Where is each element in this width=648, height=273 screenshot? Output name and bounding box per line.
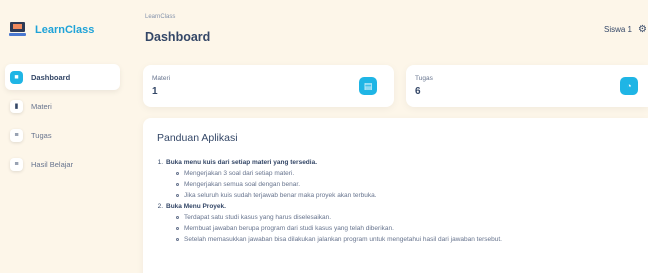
guide-step: 2. Buka Menu Proyek. bbox=[154, 201, 502, 212]
laptop-logo-icon bbox=[9, 22, 26, 37]
sidebar-item-label: Hasil Belajar bbox=[31, 159, 74, 169]
list-item: Mengerjakan 3 soal dari setiap materi. bbox=[154, 168, 502, 179]
bullet-icon bbox=[176, 238, 179, 241]
sidebar-item-label: Tugas bbox=[31, 130, 52, 140]
clock-icon: ◔ bbox=[620, 77, 638, 95]
list-item: Jika seluruh kuis sudah terjawab benar m… bbox=[154, 190, 502, 201]
bullet-icon bbox=[176, 216, 179, 219]
guide-title: Panduan Aplikasi bbox=[157, 132, 238, 144]
page-title: Dashboard bbox=[145, 30, 211, 44]
bullet-icon bbox=[176, 194, 179, 197]
stat-card-materi: Materi 1 ▤ bbox=[143, 65, 394, 107]
user-name: Siswa 1 bbox=[603, 25, 632, 34]
step-number: 1. bbox=[157, 159, 163, 166]
brand-name: LearnClass bbox=[35, 23, 95, 36]
guide-list: 1. Buka menu kuis dari setiap materi yan… bbox=[154, 157, 502, 245]
step-text: Buka menu kuis dari setiap materi yang t… bbox=[166, 159, 318, 166]
list-item-text: Mengerjakan 3 soal dari setiap materi. bbox=[184, 170, 295, 177]
list-item: Membuat jawaban berupa program dari stud… bbox=[154, 223, 502, 234]
sidebar-item-label: Dashboard bbox=[31, 72, 71, 82]
bullet-icon bbox=[176, 227, 179, 230]
gear-icon[interactable]: ⚙ bbox=[638, 24, 648, 35]
list-icon: ≡ bbox=[10, 157, 23, 171]
guide-step: 1. Buka menu kuis dari setiap materi yan… bbox=[154, 157, 502, 168]
breadcrumb[interactable]: LearnClass bbox=[145, 14, 175, 20]
list-item-text: Setelah memasukkan jawaban bisa dilakuka… bbox=[184, 236, 502, 243]
list-item-text: Terdapat satu studi kasus yang harus dis… bbox=[184, 214, 332, 221]
list-item: Setelah memasukkan jawaban bisa dilakuka… bbox=[154, 234, 502, 245]
list-item-text: Jika seluruh kuis sudah terjawab benar m… bbox=[184, 192, 377, 199]
stat-value: 1 bbox=[152, 86, 158, 97]
home-icon: ■ bbox=[10, 70, 23, 84]
user-menu[interactable]: Siswa 1 ⚙ bbox=[604, 24, 648, 35]
sidebar-item-materi[interactable]: ▮ Materi bbox=[5, 93, 120, 119]
document-icon: ▤ bbox=[359, 77, 377, 95]
bullet-icon bbox=[176, 183, 179, 186]
sidebar-item-tugas[interactable]: ≡ Tugas bbox=[5, 122, 120, 148]
brand[interactable]: LearnClass bbox=[9, 22, 94, 37]
list-icon: ≡ bbox=[10, 128, 23, 142]
step-number: 2. bbox=[157, 203, 163, 210]
list-item-text: Membuat jawaban berupa program dari stud… bbox=[184, 225, 394, 232]
list-item-text: Mengerjakan semua soal dengan benar. bbox=[184, 181, 300, 188]
stat-label: Tugas bbox=[415, 75, 433, 82]
sidebar-item-label: Materi bbox=[31, 101, 52, 111]
stat-card-tugas: Tugas 6 ◔ bbox=[406, 65, 648, 107]
sidebar-nav: ■ Dashboard ▮ Materi ≡ Tugas ≡ Hasil Bel… bbox=[5, 64, 120, 180]
stat-value: 6 bbox=[415, 86, 421, 97]
guide-card: Panduan Aplikasi 1. Buka menu kuis dari … bbox=[143, 118, 648, 273]
sidebar-item-hasil-belajar[interactable]: ≡ Hasil Belajar bbox=[5, 151, 120, 177]
sidebar-item-dashboard[interactable]: ■ Dashboard bbox=[5, 64, 120, 90]
list-item: Mengerjakan semua soal dengan benar. bbox=[154, 179, 502, 190]
chart-icon: ▮ bbox=[10, 99, 23, 113]
stat-label: Materi bbox=[152, 75, 171, 82]
bullet-icon bbox=[176, 172, 179, 175]
sidebar: LearnClass ■ Dashboard ▮ Materi ≡ Tugas … bbox=[0, 0, 128, 273]
list-item: Terdapat satu studi kasus yang harus dis… bbox=[154, 212, 502, 223]
step-text: Buka Menu Proyek. bbox=[166, 203, 226, 210]
